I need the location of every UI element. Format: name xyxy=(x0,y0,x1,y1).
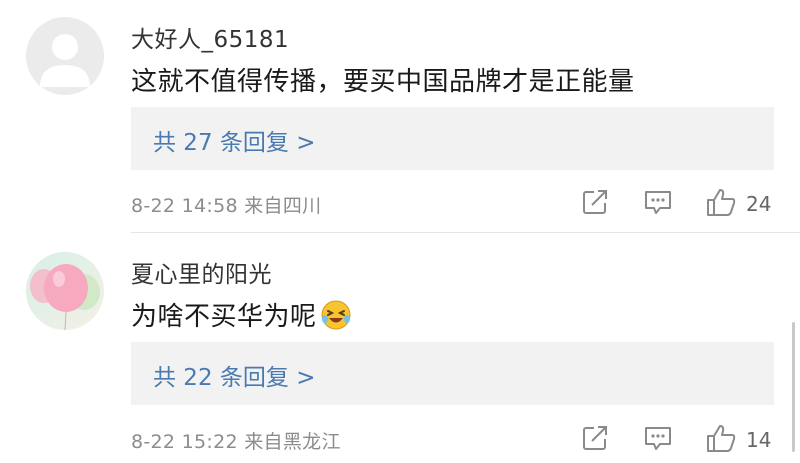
replies-button[interactable]: 共 22 条回复 > xyxy=(131,342,774,405)
like-count: 24 xyxy=(746,192,772,216)
comment-button[interactable] xyxy=(643,188,673,220)
user-avatar[interactable] xyxy=(26,17,104,95)
comment-button[interactable] xyxy=(643,424,673,456)
comment-meta: 8-22 14:58 来自四川 xyxy=(131,195,322,217)
share-icon xyxy=(583,190,607,214)
default-user-avatar-icon xyxy=(40,34,90,87)
username[interactable]: 夏心里的阳光 xyxy=(131,255,272,289)
pink-balloon-avatar-icon xyxy=(30,264,100,330)
share-button[interactable] xyxy=(581,424,609,456)
laughing-crying-emoji-icon xyxy=(320,299,352,331)
comment-meta: 8-22 15:22 来自黑龙江 xyxy=(131,431,341,453)
like-button[interactable] xyxy=(705,186,737,222)
replies-button[interactable]: 共 27 条回复 > xyxy=(131,107,774,170)
like-count: 14 xyxy=(746,428,772,452)
comment-item: 大好人_65181 这就不值得传播，要买中国品牌才是正能量 共 27 条回复 >… xyxy=(0,0,800,232)
user-avatar[interactable] xyxy=(26,252,104,330)
share-icon xyxy=(583,426,607,450)
thumbs-up-icon xyxy=(707,425,736,452)
thumbs-up-icon xyxy=(707,189,736,216)
like-button[interactable] xyxy=(705,422,737,458)
comment-text-content: 为啥不买华为呢 xyxy=(131,302,317,332)
username[interactable]: 大好人_65181 xyxy=(131,20,289,54)
replies-link-text: 共 22 条回复 > xyxy=(153,365,316,391)
comment-text: 为啥不买华为呢 xyxy=(131,296,352,333)
comment-icon xyxy=(645,427,671,450)
comment-icon xyxy=(645,191,671,214)
comment-item: 夏心里的阳光 为啥不买华为呢 共 22 条回复 > 8-22 15:22 来自黑… xyxy=(0,233,800,463)
share-button[interactable] xyxy=(581,188,609,220)
comment-text: 这就不值得传播，要买中国品牌才是正能量 xyxy=(131,67,635,97)
replies-link-text: 共 27 条回复 > xyxy=(153,130,316,156)
scrollbar[interactable] xyxy=(792,322,795,452)
